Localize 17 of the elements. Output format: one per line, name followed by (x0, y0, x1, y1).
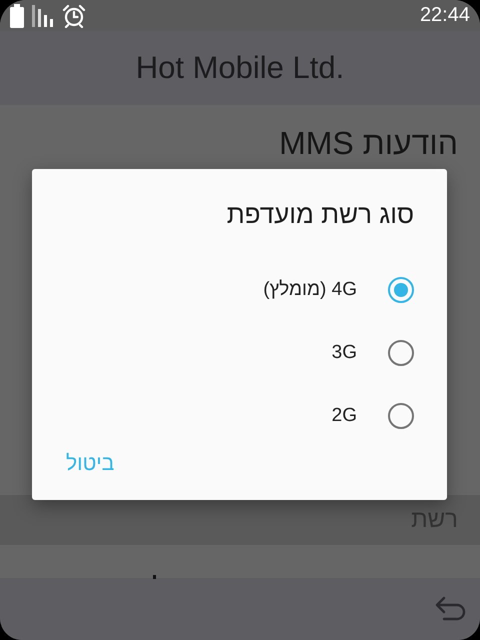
radio-option[interactable]: 4G (מומלץ) (263, 258, 414, 321)
option-label: 4G (מומלץ) (263, 278, 357, 300)
radio-button[interactable] (388, 340, 414, 366)
option-label: 3G (332, 342, 357, 364)
battery-icon (10, 4, 24, 28)
radio-button[interactable] (388, 276, 414, 302)
setting-title: הודעות MMS (279, 124, 458, 163)
clock-time: 22:44 (420, 4, 470, 27)
signal-icon (32, 4, 54, 26)
dialog-title: סוג רשת מועדפת (226, 198, 414, 231)
app-title: Hot Mobile Ltd. (136, 50, 344, 86)
radio-option[interactable]: 3G (332, 321, 414, 384)
option-label: 2G (332, 404, 357, 426)
radio-option[interactable]: 2G (332, 384, 414, 447)
alarm-icon (62, 4, 86, 28)
radio-button[interactable] (388, 402, 414, 428)
dot-mark (153, 575, 156, 579)
